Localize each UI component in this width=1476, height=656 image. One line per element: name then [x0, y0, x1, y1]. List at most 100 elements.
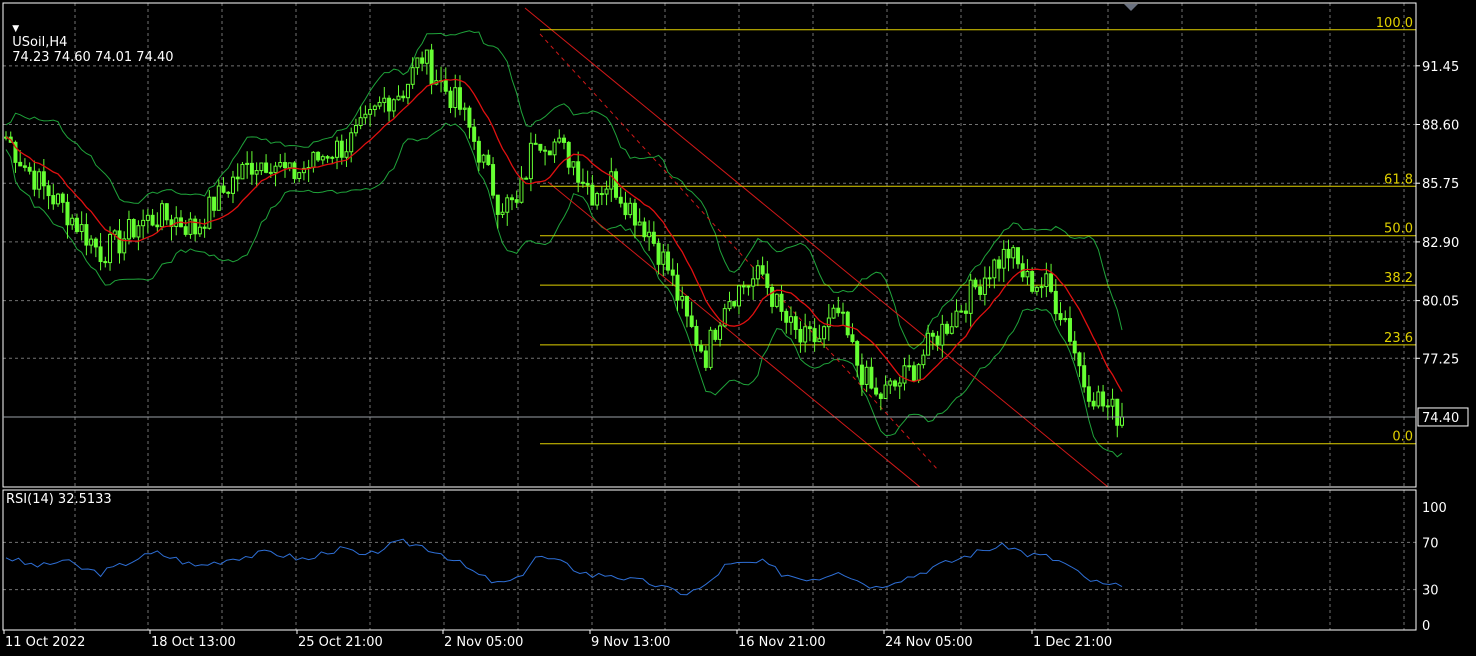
- collapse-triangle-icon[interactable]: ▼: [12, 24, 19, 34]
- candle-body: [476, 140, 481, 163]
- candle-body: [902, 365, 907, 384]
- candle-body: [1001, 248, 1006, 269]
- rsi-header: RSI(14) 32.5133: [6, 492, 112, 507]
- candle-body: [509, 197, 514, 201]
- time-tick-label: 9 Nov 13:00: [591, 635, 670, 650]
- candle-body: [982, 277, 987, 295]
- candle-body: [420, 57, 425, 64]
- time-tick-label: 24 Nov 05:00: [885, 635, 973, 650]
- candle-body: [595, 193, 600, 206]
- candle-body: [462, 107, 467, 110]
- candle-body: [396, 95, 401, 101]
- candle-body: [1091, 400, 1096, 407]
- candle-body: [954, 310, 959, 328]
- candle-body: [339, 140, 344, 158]
- candle-body: [41, 171, 46, 187]
- candle-body: [831, 307, 836, 319]
- time-tick-label: 2 Nov 05:00: [444, 635, 523, 650]
- candle-body: [330, 156, 335, 159]
- candle-body: [732, 301, 737, 307]
- candle-body: [316, 151, 321, 161]
- candle-body: [136, 225, 141, 238]
- chart-canvas: 100.0 61.8 50.0 38.2 23.6 0.0 91.45 88.60 85.75…: [2, 2, 1469, 650]
- candle-body: [372, 105, 377, 110]
- candle-body: [448, 90, 453, 109]
- candle-body: [543, 149, 548, 152]
- fib-level-label: 23.6: [1384, 331, 1413, 346]
- candle-body: [254, 170, 259, 175]
- price-axis: 91.45 88.60 85.75 82.90 80.05 77.25 100 70 30 0 74…: [3, 60, 1469, 634]
- candle-body: [443, 80, 448, 92]
- candle-body: [788, 316, 793, 323]
- candle-body: [18, 161, 23, 167]
- candle-body: [230, 176, 235, 194]
- time-tick-label: 25 Oct 21:00: [298, 635, 383, 650]
- candle-body: [528, 142, 533, 180]
- candle-body: [505, 197, 510, 213]
- candle-body: [689, 315, 694, 327]
- candle-body: [897, 382, 902, 387]
- candle-body: [259, 162, 264, 172]
- bollinger-upper: [5, 30, 1123, 350]
- candle-body: [822, 326, 827, 340]
- candle-body: [103, 261, 108, 264]
- candle-body: [283, 162, 287, 169]
- candle-body: [864, 366, 869, 385]
- rsi-line-path: [5, 538, 1123, 596]
- grid-lines: [3, 3, 1416, 630]
- candle-body: [968, 279, 973, 314]
- candle-body: [949, 326, 954, 334]
- candle-body: [978, 286, 983, 295]
- fib-level-label: 100.0: [1376, 16, 1413, 31]
- candle-body: [987, 277, 992, 280]
- candle-body: [472, 126, 477, 142]
- candle-body: [495, 194, 500, 215]
- candle-body: [297, 172, 302, 179]
- candle-body: [841, 311, 845, 314]
- candle-body: [656, 242, 661, 265]
- time-tick-label: 1 Dec 21:00: [1033, 635, 1112, 650]
- candle-body: [453, 87, 458, 109]
- candle-body: [264, 162, 269, 173]
- shift-marker-icon: [1124, 4, 1138, 11]
- candle-body: [774, 293, 779, 307]
- candle-body: [959, 310, 964, 313]
- candle-body: [1039, 286, 1044, 289]
- fib-level-label: 0.0: [1392, 430, 1413, 445]
- candle-body: [457, 87, 462, 110]
- candle-body: [311, 151, 316, 168]
- candle-body: [353, 125, 358, 134]
- candle-body: [467, 107, 472, 128]
- candle-body: [1063, 318, 1068, 321]
- ohlc-values: 74.23 74.60 74.01 74.40: [12, 50, 174, 65]
- candle-body: [1006, 248, 1011, 259]
- candle-body: [145, 214, 150, 221]
- candle-body: [93, 238, 98, 248]
- fib-level-label: 50.0: [1384, 222, 1413, 237]
- candle-body: [155, 224, 160, 228]
- candle-body: [718, 325, 723, 340]
- candle-body: [377, 101, 382, 107]
- candle-body: [893, 380, 898, 387]
- candle-body: [226, 191, 231, 194]
- candle-body: [131, 219, 136, 238]
- candle-body: [684, 295, 689, 317]
- candle-body: [193, 218, 198, 235]
- candle-body: [27, 166, 32, 172]
- candle-body: [235, 176, 240, 180]
- candle-body: [1015, 247, 1020, 265]
- candle-body: [760, 265, 765, 275]
- candle-body: [1011, 247, 1016, 259]
- candle-body: [500, 211, 505, 215]
- candle-body: [287, 162, 292, 169]
- candle-body: [736, 285, 741, 307]
- candle-body: [1096, 391, 1101, 407]
- channel-upper: [524, 7, 1109, 488]
- candle-body: [1077, 352, 1082, 367]
- candle-body: [557, 137, 562, 143]
- candle-body: [1072, 340, 1077, 354]
- candle-body: [278, 162, 283, 167]
- candle-body: [552, 141, 557, 156]
- rsi-tick-label: 70: [1422, 536, 1439, 551]
- candle-body: [779, 293, 784, 312]
